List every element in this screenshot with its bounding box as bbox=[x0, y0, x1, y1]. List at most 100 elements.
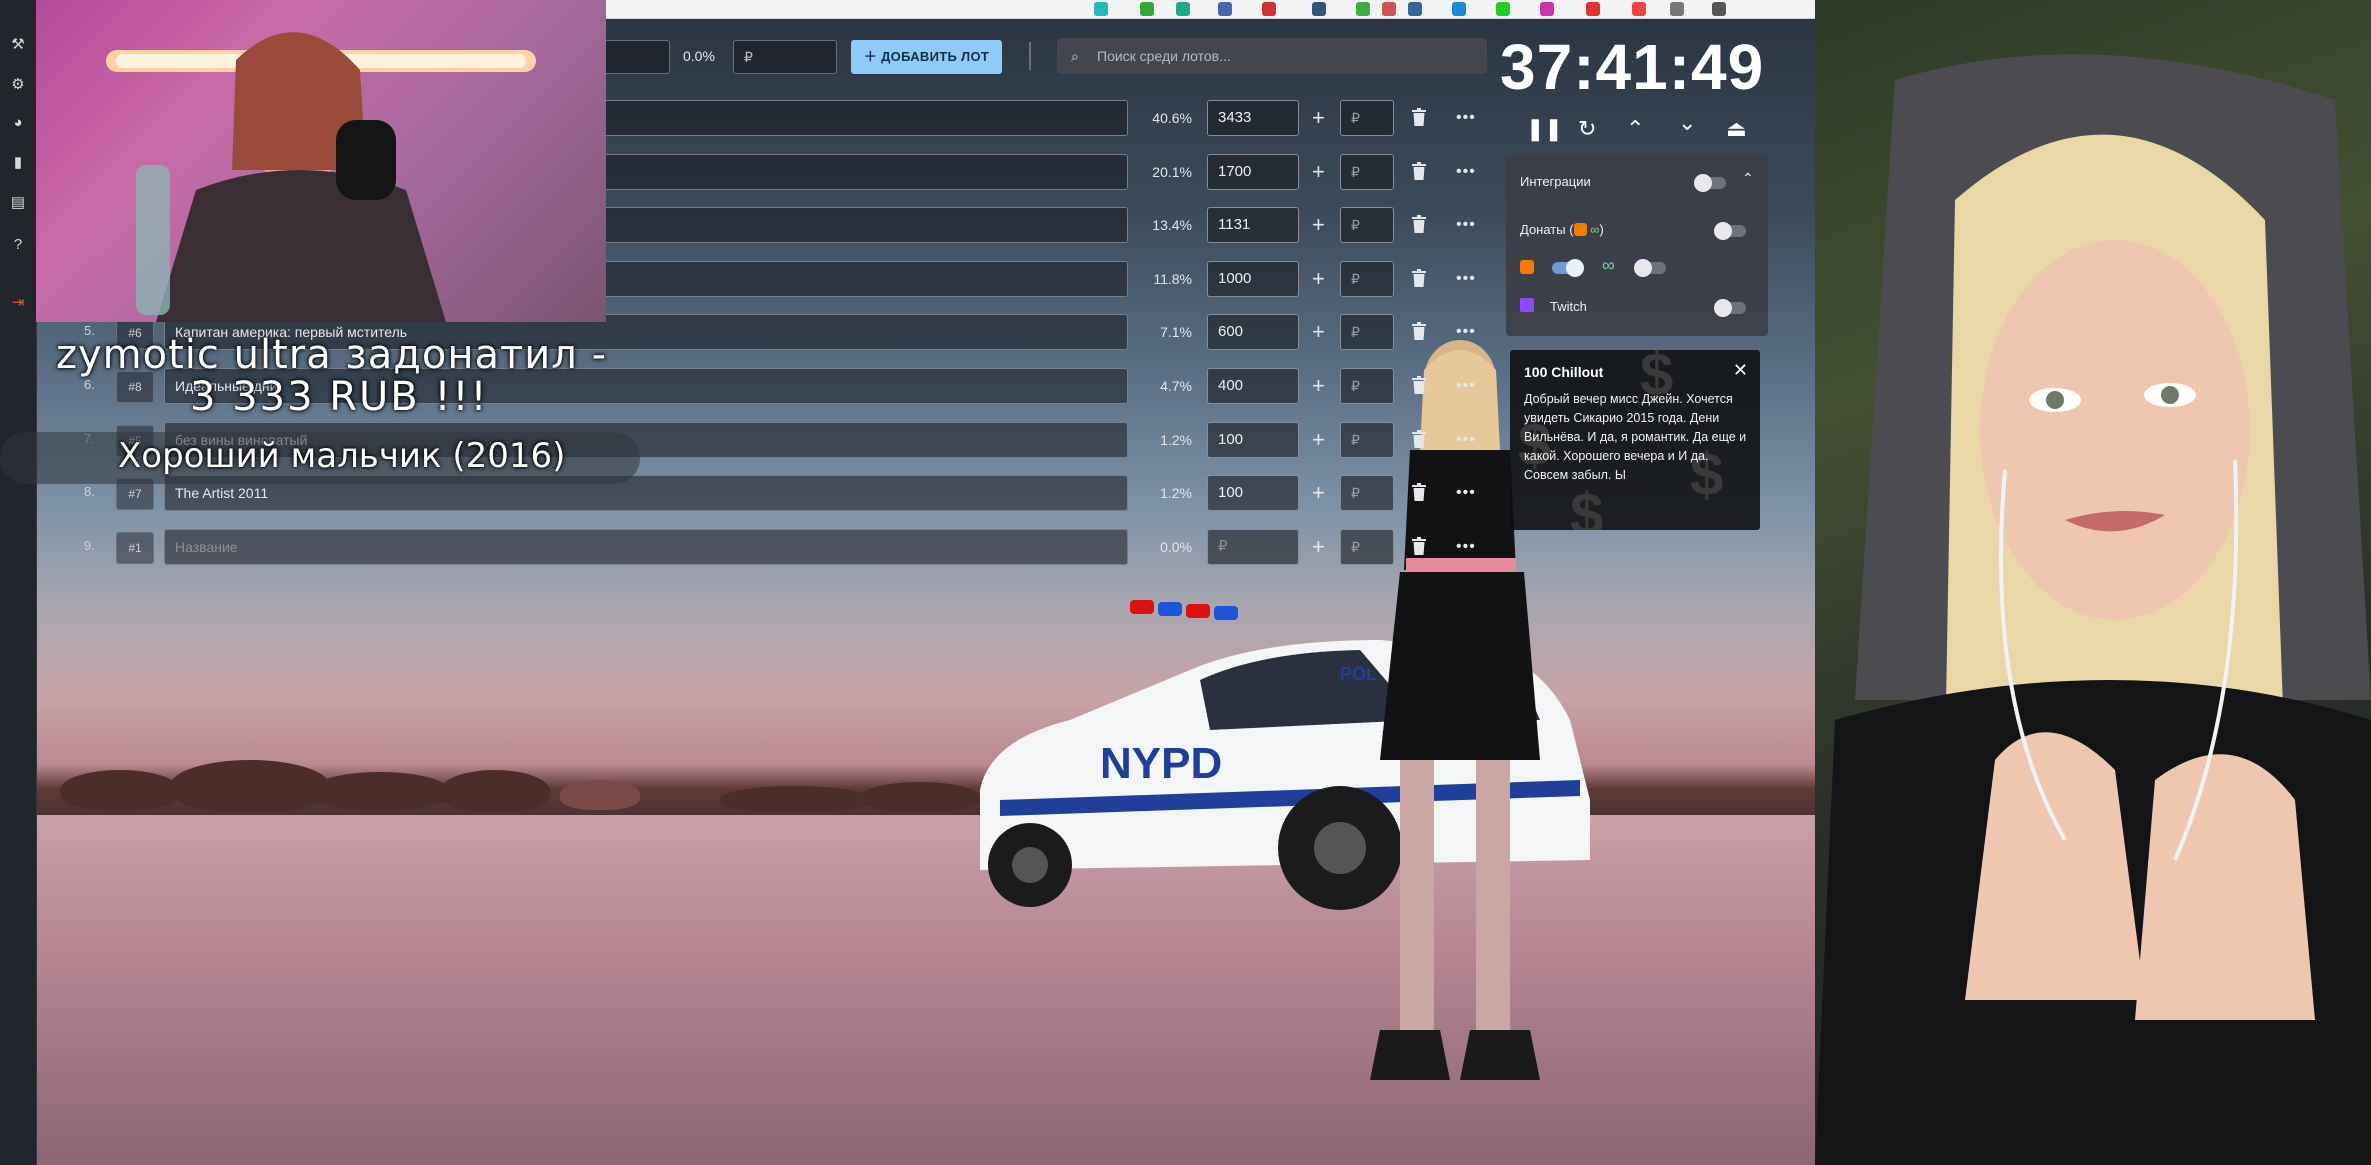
secondary-webcam bbox=[36, 0, 606, 322]
chevron-up-icon[interactable]: ⌃ bbox=[1742, 170, 1754, 187]
lot-percent: 40.6% bbox=[1152, 110, 1192, 126]
more-options-icon[interactable]: ••• bbox=[1456, 154, 1476, 190]
search-icon: ⌕ bbox=[1071, 48, 1079, 64]
more-options-icon[interactable]: ••• bbox=[1456, 100, 1476, 136]
chevron-down-icon[interactable]: ⌄ bbox=[1678, 110, 1696, 136]
trash-icon[interactable] bbox=[1412, 215, 1426, 233]
more-options-icon[interactable]: ••• bbox=[1456, 261, 1476, 297]
lot-amount-input[interactable]: 1000 bbox=[1207, 261, 1299, 297]
new-lot-amount-input[interactable]: ₽ bbox=[733, 40, 837, 74]
donationalerts-toggle[interactable] bbox=[1552, 259, 1584, 277]
lot-percent: 11.8% bbox=[1153, 271, 1192, 287]
lot-percent: 1.2% bbox=[1160, 432, 1192, 448]
bookmark-icon[interactable] bbox=[1408, 2, 1422, 16]
trash-icon[interactable] bbox=[1412, 108, 1426, 126]
add-amount-plus-icon[interactable]: + bbox=[1312, 261, 1325, 297]
bookmark-icon[interactable] bbox=[1356, 2, 1370, 16]
trash-icon[interactable] bbox=[1412, 322, 1426, 340]
donation-amount-caption: 3 333 RUB !!! bbox=[190, 374, 489, 420]
hammer-icon[interactable]: ⚒ bbox=[9, 36, 27, 54]
add-amount-plus-icon[interactable]: + bbox=[1312, 368, 1325, 404]
donor-caption: zymotic ultra задонатил - bbox=[56, 332, 608, 378]
bookmark-icon[interactable] bbox=[1632, 2, 1646, 16]
donation-alert: $ $ $ $ 100 Chillout ✕ Добрый вечер мисс… bbox=[1510, 350, 1760, 530]
integrations-toggle[interactable] bbox=[1694, 174, 1726, 192]
bookmark-icon[interactable] bbox=[1094, 2, 1108, 16]
trash-icon[interactable] bbox=[1412, 483, 1426, 501]
lot-amount-input[interactable]: 600 bbox=[1207, 314, 1299, 350]
close-icon[interactable]: ✕ bbox=[1733, 360, 1748, 381]
donations-label: Донаты ( ∞) bbox=[1520, 222, 1604, 237]
lot-amount-input[interactable]: 1131 bbox=[1207, 207, 1299, 243]
trash-icon[interactable] bbox=[1412, 430, 1426, 448]
add-amount-plus-icon[interactable]: + bbox=[1312, 100, 1325, 136]
more-options-icon[interactable]: ••• bbox=[1456, 475, 1476, 511]
lot-search-input[interactable]: ⌕ Поиск среди лотов... bbox=[1057, 38, 1487, 74]
donations-toggle[interactable] bbox=[1714, 222, 1746, 240]
lot-amount-input[interactable]: ₽ bbox=[1207, 529, 1299, 565]
bookmark-icon[interactable] bbox=[1382, 2, 1396, 16]
lot-name-input[interactable]: Название bbox=[164, 529, 1128, 565]
lot-amount-input[interactable]: 3433 bbox=[1207, 100, 1299, 136]
bookmark-icon[interactable] bbox=[1140, 2, 1154, 16]
add-amount-plus-icon[interactable]: + bbox=[1312, 154, 1325, 190]
lot-add-amount-input[interactable]: ₽ bbox=[1340, 100, 1394, 136]
reset-icon[interactable]: ↻ bbox=[1578, 116, 1596, 142]
lot-amount-input[interactable]: 400 bbox=[1207, 368, 1299, 404]
more-options-icon[interactable]: ••• bbox=[1456, 422, 1476, 458]
bookmark-icon[interactable] bbox=[1312, 2, 1326, 16]
lot-add-amount-input[interactable]: ₽ bbox=[1340, 475, 1394, 511]
lot-percent: 7.1% bbox=[1160, 324, 1192, 340]
bookmark-icon[interactable] bbox=[1218, 2, 1232, 16]
twitch-toggle[interactable] bbox=[1714, 299, 1746, 317]
secondary-service-toggle[interactable] bbox=[1634, 259, 1666, 277]
bookmark-icon[interactable] bbox=[1586, 2, 1600, 16]
trash-icon[interactable] bbox=[1412, 162, 1426, 180]
more-options-icon[interactable]: ••• bbox=[1456, 368, 1476, 404]
lot-percent: 20.1% bbox=[1152, 164, 1192, 180]
lot-amount-input[interactable]: 100 bbox=[1207, 422, 1299, 458]
lot-add-amount-input[interactable]: ₽ bbox=[1340, 154, 1394, 190]
bookmark-icon[interactable] bbox=[1176, 2, 1190, 16]
add-amount-plus-icon[interactable]: + bbox=[1312, 207, 1325, 243]
lot-add-amount-input[interactable]: ₽ bbox=[1340, 207, 1394, 243]
bookmark-icon[interactable] bbox=[1670, 2, 1684, 16]
add-amount-plus-icon[interactable]: + bbox=[1312, 529, 1325, 565]
svg-text:NYPD: NYPD bbox=[1100, 739, 1222, 788]
bookmark-icon[interactable] bbox=[1452, 2, 1466, 16]
lot-add-amount-input[interactable]: ₽ bbox=[1340, 368, 1394, 404]
add-lot-button[interactable]: ＋ ДОБАВИТЬ ЛОТ bbox=[851, 40, 1002, 74]
lot-percent: 1.2% bbox=[1160, 485, 1192, 501]
pause-icon[interactable]: ❚❚ bbox=[1526, 116, 1563, 142]
trash-icon[interactable] bbox=[1412, 376, 1426, 394]
trash-icon[interactable] bbox=[1412, 537, 1426, 555]
integrations-panel: Интеграции ⌃ Донаты ( ∞) ∞ Twitch bbox=[1506, 156, 1768, 336]
trash-icon[interactable] bbox=[1412, 269, 1426, 287]
lot-amount-input[interactable]: 1700 bbox=[1207, 154, 1299, 190]
lot-percent: 13.4% bbox=[1152, 217, 1192, 233]
bush bbox=[310, 772, 450, 810]
add-amount-plus-icon[interactable]: + bbox=[1312, 314, 1325, 350]
add-amount-plus-icon[interactable]: + bbox=[1312, 475, 1325, 511]
bookmark-icon[interactable] bbox=[1540, 2, 1554, 16]
add-amount-plus-icon[interactable]: + bbox=[1312, 422, 1325, 458]
lot-id-badge: #1 bbox=[116, 532, 154, 564]
chevron-up-icon[interactable]: ⌃ bbox=[1626, 116, 1644, 142]
lot-position: 9. bbox=[84, 538, 95, 553]
bookmark-icon[interactable] bbox=[1262, 2, 1276, 16]
more-options-icon[interactable]: ••• bbox=[1456, 207, 1476, 243]
more-options-icon[interactable]: ••• bbox=[1456, 529, 1476, 565]
lot-position: 6. bbox=[84, 377, 95, 392]
bookmark-icon[interactable] bbox=[1496, 2, 1510, 16]
lot-amount-input[interactable]: 100 bbox=[1207, 475, 1299, 511]
lot-add-amount-input[interactable]: ₽ bbox=[1340, 529, 1394, 565]
lot-add-amount-input[interactable]: ₽ bbox=[1340, 261, 1394, 297]
lot-position: 8. bbox=[84, 484, 95, 499]
lot-add-amount-input[interactable]: ₽ bbox=[1340, 314, 1394, 350]
gear-icon[interactable]: ⚙ bbox=[9, 76, 27, 94]
lot-percent: 0.0% bbox=[1160, 539, 1192, 555]
eject-icon[interactable]: ⏏ bbox=[1726, 116, 1747, 142]
more-options-icon[interactable]: ••• bbox=[1456, 314, 1476, 350]
lot-add-amount-input[interactable]: ₽ bbox=[1340, 422, 1394, 458]
bookmark-icon[interactable] bbox=[1712, 2, 1726, 16]
